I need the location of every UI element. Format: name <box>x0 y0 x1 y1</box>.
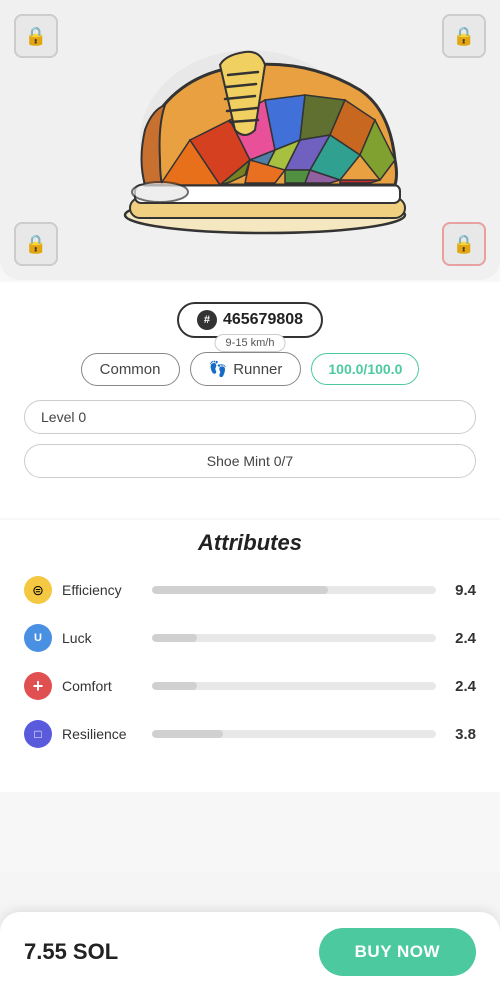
resilience-bar <box>152 730 436 738</box>
shoe-display: 🔒 🔒 🔒 🔒 <box>0 0 500 280</box>
lock-bottom-right[interactable]: 🔒 <box>442 222 486 266</box>
resilience-value: 3.8 <box>446 726 476 743</box>
info-section: # 465679808 9-15 km/h Common 👣 Runner 10… <box>0 282 500 518</box>
luck-bar <box>152 634 436 642</box>
comfort-bar-fill <box>152 682 197 690</box>
shoe-id: 465679808 <box>223 311 303 329</box>
type-tag[interactable]: 👣 Runner <box>190 352 302 386</box>
comfort-bar <box>152 682 436 690</box>
attributes-section: Attributes ⊜ Efficiency 9.4 U Luck 2.4 <box>0 520 500 792</box>
id-badge: # 465679808 <box>177 302 323 338</box>
price-label: 7.55 SOL <box>24 939 118 965</box>
page-wrapper: 🔒 🔒 🔒 🔒 <box>0 0 500 872</box>
efficiency-label: Efficiency <box>62 582 142 598</box>
luck-value: 2.4 <box>446 630 476 647</box>
bottom-spacer <box>0 792 500 872</box>
luck-icon: U <box>24 624 52 652</box>
tags-row: 9-15 km/h Common 👣 Runner 100.0/100.0 <box>24 352 476 386</box>
efficiency-value: 9.4 <box>446 582 476 599</box>
durability-tag: 100.0/100.0 <box>311 353 419 385</box>
attr-row-resilience: □ Resilience 3.8 <box>24 720 476 748</box>
buy-bar: 7.55 SOL BUY NOW <box>0 912 500 992</box>
shoe-image <box>90 40 410 240</box>
hash-icon: # <box>197 310 217 330</box>
resilience-bar-fill <box>152 730 223 738</box>
attr-row-luck: U Luck 2.4 <box>24 624 476 652</box>
level-bar: Level 0 <box>24 400 476 434</box>
attr-row-efficiency: ⊜ Efficiency 9.4 <box>24 576 476 604</box>
efficiency-bar-fill <box>152 586 328 594</box>
resilience-icon: □ <box>24 720 52 748</box>
efficiency-icon: ⊜ <box>24 576 52 604</box>
lock-top-right[interactable]: 🔒 <box>442 14 486 58</box>
resilience-label: Resilience <box>62 726 142 742</box>
mint-bar: Shoe Mint 0/7 <box>24 444 476 478</box>
lock-bottom-left[interactable]: 🔒 <box>14 222 58 266</box>
efficiency-bar <box>152 586 436 594</box>
comfort-value: 2.4 <box>446 678 476 695</box>
luck-bar-fill <box>152 634 197 642</box>
comfort-label: Comfort <box>62 678 142 694</box>
id-container: # 465679808 <box>24 302 476 338</box>
buy-now-button[interactable]: BUY NOW <box>319 928 476 976</box>
attr-row-comfort: + Comfort 2.4 <box>24 672 476 700</box>
comfort-icon: + <box>24 672 52 700</box>
rarity-tag[interactable]: Common <box>81 353 180 386</box>
speed-badge: 9-15 km/h <box>215 334 286 352</box>
lock-top-left[interactable]: 🔒 <box>14 14 58 58</box>
footprint-icon: 👣 <box>209 360 228 378</box>
luck-label: Luck <box>62 630 142 646</box>
attributes-title: Attributes <box>24 530 476 556</box>
